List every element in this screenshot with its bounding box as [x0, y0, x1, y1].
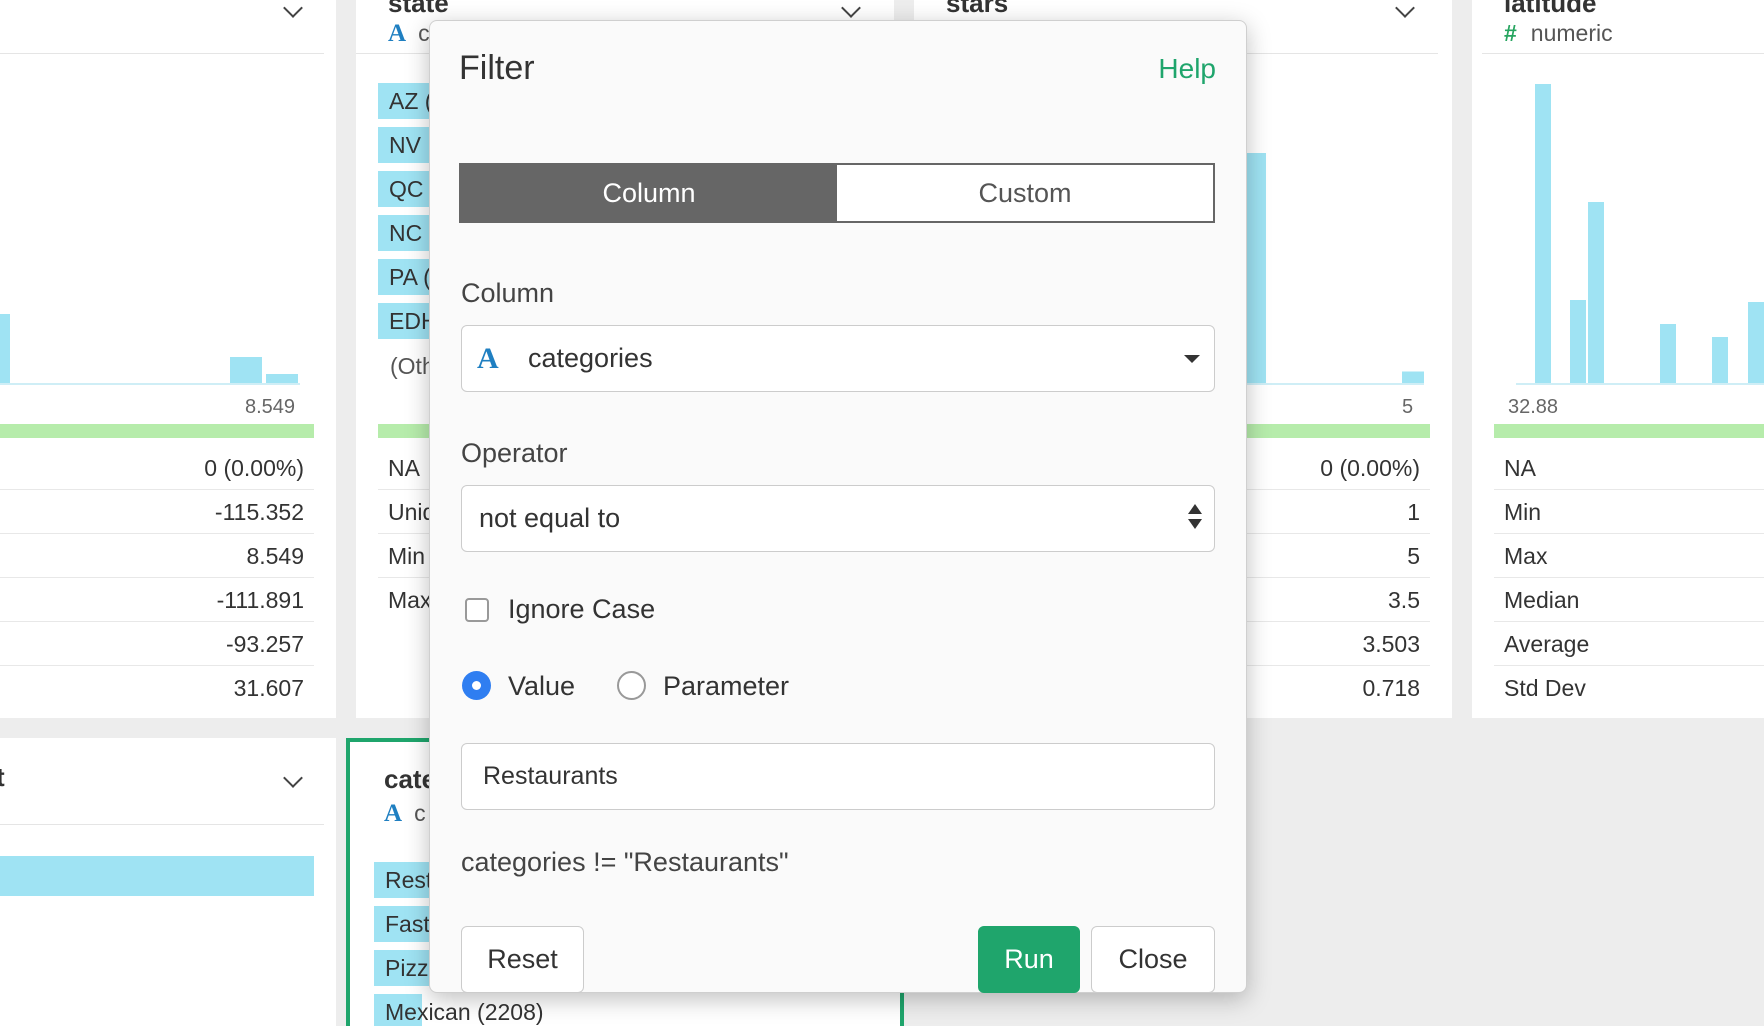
column-select-value: categories: [528, 343, 653, 373]
column-card-longitude: 8.549 0 (0.00%) -115.352 8.549 -111.891 …: [0, 0, 336, 718]
card-header-divider: [0, 824, 324, 825]
value-radio[interactable]: [462, 671, 491, 700]
card-title: t: [0, 762, 5, 792]
valid-ratio-bar: [0, 424, 314, 438]
reset-button[interactable]: Reset: [461, 926, 584, 993]
column-card-bottom-left: t: [0, 738, 336, 1026]
operator-select-value: not equal to: [479, 503, 621, 533]
close-button[interactable]: Close: [1091, 926, 1215, 993]
dialog-title: Filter: [459, 49, 535, 87]
parameter-radio[interactable]: [617, 671, 646, 700]
chevron-down-icon[interactable]: [283, 0, 303, 18]
filter-mode-tabs: Column Custom: [459, 163, 1215, 223]
run-button[interactable]: Run: [978, 926, 1080, 993]
stat-row-stddev: Std Dev: [1504, 675, 1586, 701]
column-select[interactable]: A categories: [461, 325, 1215, 392]
stat-row-average: -93.257: [0, 622, 314, 666]
tab-custom[interactable]: Custom: [837, 165, 1213, 221]
help-link[interactable]: Help: [1158, 53, 1216, 85]
stat-row-max: Max: [1494, 534, 1764, 578]
histogram-bar: [0, 314, 10, 384]
text-type-icon: A: [388, 20, 407, 47]
value-radio-label: Value: [508, 671, 576, 701]
column-card-latitude: latitude # numeric 32.88 NA Min Max Media…: [1472, 0, 1764, 718]
tab-column[interactable]: Column: [461, 165, 837, 221]
axis-min-label: 32.88: [1508, 396, 1559, 418]
chevron-down-icon[interactable]: [1395, 0, 1415, 18]
valid-ratio-bar: [1494, 424, 1764, 438]
column-label: Column: [461, 278, 555, 308]
stars-histogram: [1244, 153, 1424, 385]
value-input[interactable]: Restaurants: [461, 743, 1215, 810]
ignore-case-label: Ignore Case: [508, 594, 656, 624]
card-header-divider: [0, 53, 324, 54]
histogram-bar: [1748, 302, 1764, 384]
axis-max-label: 5: [1402, 396, 1414, 418]
valid-ratio-bar: [1244, 424, 1430, 438]
histogram-baseline: [1244, 383, 1424, 385]
stat-row-max: 5: [1244, 534, 1430, 578]
histogram-baseline: [0, 383, 300, 385]
stat-row-na: 0 (0.00%): [1244, 446, 1430, 490]
stat-row-min: 1: [1244, 490, 1430, 534]
chevron-down-icon[interactable]: [283, 768, 303, 788]
stat-row-stddev: 31.607: [233, 675, 304, 701]
stat-row-max: 8.549: [0, 534, 314, 578]
chevron-down-icon[interactable]: [841, 0, 861, 18]
histogram-bar: [1712, 337, 1728, 384]
stat-row-na: 0 (0.00%): [0, 446, 314, 490]
histogram-bar: [230, 357, 262, 384]
updown-arrows-icon: [1188, 504, 1202, 529]
numeric-type-icon: #: [1504, 20, 1517, 46]
category-bar: [0, 856, 314, 896]
stat-row-stddev: 0.718: [1362, 675, 1420, 701]
stat-row-min: -115.352: [0, 490, 314, 534]
operator-label: Operator: [461, 438, 568, 468]
operator-select[interactable]: not equal to: [461, 485, 1215, 552]
histogram-bar: [1660, 324, 1676, 384]
histogram-bar: [1402, 371, 1424, 383]
ignore-case-checkbox[interactable]: [465, 598, 489, 622]
stat-row-na: NA: [1494, 446, 1764, 490]
histogram-bar: [1570, 300, 1586, 384]
column-type: # numeric: [1504, 20, 1613, 46]
category-chip: Mexican (2208): [374, 994, 544, 1026]
caret-down-icon: [1184, 355, 1200, 363]
card-title: state: [388, 0, 449, 18]
card-title: stars: [946, 0, 1009, 18]
stat-row-median: -111.891: [0, 578, 314, 622]
stat-row-average: 3.503: [1244, 622, 1430, 666]
histogram-bar: [1588, 202, 1604, 384]
stat-row-median: Median: [1494, 578, 1764, 622]
text-type-icon: A: [384, 800, 403, 827]
card-header-divider: [1482, 53, 1764, 54]
column-type: Ac: [388, 20, 430, 47]
text-type-icon: A: [477, 342, 499, 375]
card-title: latitude: [1504, 0, 1597, 18]
axis-max-label: 8.549: [245, 396, 296, 418]
stat-row-median: 3.5: [1244, 578, 1430, 622]
filter-dialog: Filter Help Column Custom Column A categ…: [429, 20, 1247, 993]
stat-row-average: Average: [1494, 622, 1764, 666]
filter-expression-preview: categories != "Restaurants": [461, 847, 789, 877]
stat-row-min: Min: [1494, 490, 1764, 534]
histogram-baseline: [1516, 383, 1764, 385]
histogram-bar: [1535, 84, 1551, 384]
parameter-radio-label: Parameter: [663, 671, 790, 701]
histogram-bar: [1244, 153, 1266, 383]
column-type: Ac: [384, 800, 426, 827]
